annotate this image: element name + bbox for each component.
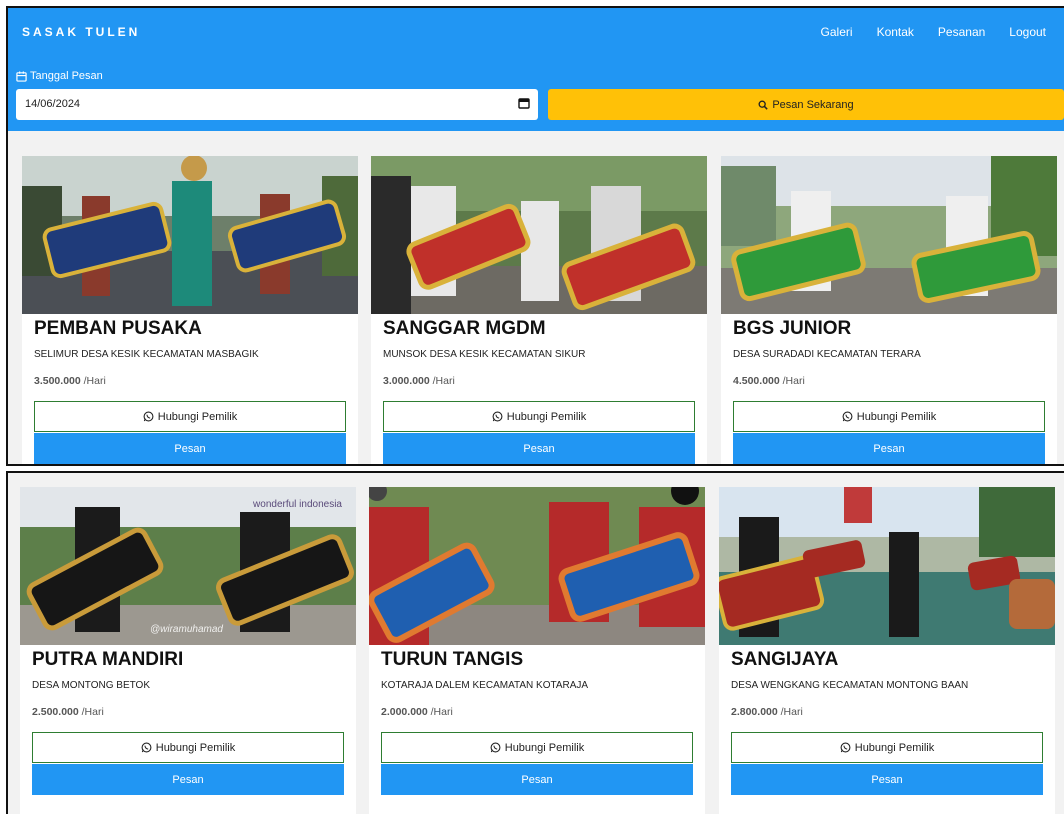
card-pemban-pusaka: PEMBAN PUSAKA SELIMUR DESA KESIK KECAMAT… bbox=[22, 156, 358, 464]
card-title: TURUN TANGIS bbox=[381, 649, 524, 670]
calendar-icon bbox=[16, 70, 27, 82]
contact-owner-button[interactable]: Hubungi Pemilik bbox=[32, 732, 344, 763]
card-photo bbox=[22, 156, 358, 314]
whatsapp-icon bbox=[490, 742, 501, 753]
card-title: PUTRA MANDIRI bbox=[32, 649, 184, 670]
card-price-unit: /Hari bbox=[432, 375, 455, 387]
card-location: DESA MONTONG BETOK bbox=[32, 680, 150, 691]
card-location: SELIMUR DESA KESIK KECAMATAN MASBAGIK bbox=[34, 349, 259, 360]
contact-owner-button[interactable]: Hubungi Pemilik bbox=[733, 401, 1045, 432]
order-button[interactable]: Pesan bbox=[383, 433, 695, 464]
whatsapp-icon bbox=[840, 742, 851, 753]
nav-link-pesanan[interactable]: Pesanan bbox=[926, 25, 997, 39]
card-photo bbox=[371, 156, 707, 314]
card-location: DESA SURADADI KECAMATAN TERARA bbox=[733, 349, 921, 360]
card-price: 2.500.000 /Hari bbox=[32, 706, 104, 718]
card-price: 3.000.000 /Hari bbox=[383, 375, 455, 387]
contact-owner-label: Hubungi Pemilik bbox=[157, 410, 238, 423]
navbar: SASAK TULEN Galeri Kontak Pesanan Logout bbox=[8, 8, 1064, 58]
order-button[interactable]: Pesan bbox=[731, 764, 1043, 795]
card-photo bbox=[369, 487, 705, 645]
card-photo bbox=[719, 487, 1055, 645]
booking-bar: Tanggal Pesan 14/06/2024 Pesan Sekarang bbox=[8, 58, 1064, 131]
nav-links: Galeri Kontak Pesanan Logout bbox=[809, 25, 1058, 39]
contact-owner-label: Hubungi Pemilik bbox=[506, 410, 587, 423]
order-button[interactable]: Pesan bbox=[34, 433, 346, 464]
nav-link-kontak[interactable]: Kontak bbox=[865, 25, 926, 39]
card-location: KOTARAJA DALEM KECAMATAN KOTARAJA bbox=[381, 680, 589, 691]
card-price-value: 4.500.000 bbox=[733, 375, 780, 387]
card-title: BGS JUNIOR bbox=[733, 318, 852, 339]
card-photo bbox=[721, 156, 1057, 314]
card-sanggar-mgdm: SANGGAR MGDM MUNSOK DESA KESIK KECAMATAN… bbox=[371, 156, 707, 464]
whatsapp-icon bbox=[141, 742, 152, 753]
order-button[interactable]: Pesan bbox=[381, 764, 693, 795]
date-label: Tanggal Pesan bbox=[16, 70, 103, 82]
card-title: SANGGAR MGDM bbox=[383, 318, 546, 339]
order-button[interactable]: Pesan bbox=[733, 433, 1045, 464]
watermark-wonderful-indonesia: wonderful indonesia bbox=[253, 499, 342, 510]
card-price-unit: /Hari bbox=[81, 706, 104, 718]
card-sangijaya: SANGIJAYA DESA WENGKANG KECAMATAN MONTON… bbox=[719, 487, 1055, 814]
order-button[interactable]: Pesan bbox=[32, 764, 344, 795]
card-price: 4.500.000 /Hari bbox=[733, 375, 805, 387]
top-section: SASAK TULEN Galeri Kontak Pesanan Logout… bbox=[6, 6, 1064, 466]
card-price-unit: /Hari bbox=[83, 375, 106, 387]
contact-owner-button[interactable]: Hubungi Pemilik bbox=[34, 401, 346, 432]
contact-owner-label: Hubungi Pemilik bbox=[856, 410, 937, 423]
card-title: SANGIJAYA bbox=[731, 649, 839, 670]
card-price-unit: /Hari bbox=[430, 706, 453, 718]
order-now-label: Pesan Sekarang bbox=[772, 98, 854, 111]
calendar-picker-icon[interactable] bbox=[518, 97, 530, 109]
card-turun-tangis: TURUN TANGIS KOTARAJA DALEM KECAMATAN KO… bbox=[369, 487, 705, 814]
bottom-section: wonderful indonesia @wiramuhamad PUTRA M… bbox=[6, 471, 1064, 814]
contact-owner-button[interactable]: Hubungi Pemilik bbox=[731, 732, 1043, 763]
card-photo: wonderful indonesia @wiramuhamad bbox=[20, 487, 356, 645]
card-price: 2.000.000 /Hari bbox=[381, 706, 453, 718]
card-price-value: 3.500.000 bbox=[34, 375, 81, 387]
contact-owner-button[interactable]: Hubungi Pemilik bbox=[383, 401, 695, 432]
brand-logo[interactable]: SASAK TULEN bbox=[22, 25, 140, 39]
date-value: 14/06/2024 bbox=[25, 98, 81, 110]
nav-link-logout[interactable]: Logout bbox=[997, 25, 1058, 39]
card-bgs-junior: BGS JUNIOR DESA SURADADI KECAMATAN TERAR… bbox=[721, 156, 1057, 464]
card-location: DESA WENGKANG KECAMATAN MONTONG BAAN bbox=[731, 680, 969, 691]
contact-owner-label: Hubungi Pemilik bbox=[155, 741, 236, 754]
search-icon bbox=[758, 100, 769, 110]
contact-owner-label: Hubungi Pemilik bbox=[854, 741, 935, 754]
card-price-value: 2.500.000 bbox=[32, 706, 79, 718]
card-price: 3.500.000 /Hari bbox=[34, 375, 106, 387]
date-label-text: Tanggal Pesan bbox=[30, 70, 103, 82]
contact-owner-button[interactable]: Hubungi Pemilik bbox=[381, 732, 693, 763]
card-title: PEMBAN PUSAKA bbox=[34, 318, 202, 339]
order-now-button[interactable]: Pesan Sekarang bbox=[548, 89, 1064, 120]
card-price-value: 3.000.000 bbox=[383, 375, 430, 387]
card-price-value: 2.000.000 bbox=[381, 706, 428, 718]
card-price-value: 2.800.000 bbox=[731, 706, 778, 718]
card-price: 2.800.000 /Hari bbox=[731, 706, 803, 718]
whatsapp-icon bbox=[842, 411, 853, 422]
whatsapp-icon bbox=[492, 411, 503, 422]
card-price-unit: /Hari bbox=[782, 375, 805, 387]
card-putra-mandiri: wonderful indonesia @wiramuhamad PUTRA M… bbox=[20, 487, 356, 814]
contact-owner-label: Hubungi Pemilik bbox=[504, 741, 585, 754]
nav-link-galeri[interactable]: Galeri bbox=[809, 25, 865, 39]
card-price-unit: /Hari bbox=[780, 706, 803, 718]
card-location: MUNSOK DESA KESIK KECAMATAN SIKUR bbox=[383, 349, 586, 360]
watermark-credit: @wiramuhamad bbox=[150, 624, 223, 635]
date-input[interactable]: 14/06/2024 bbox=[16, 89, 538, 120]
whatsapp-icon bbox=[143, 411, 154, 422]
